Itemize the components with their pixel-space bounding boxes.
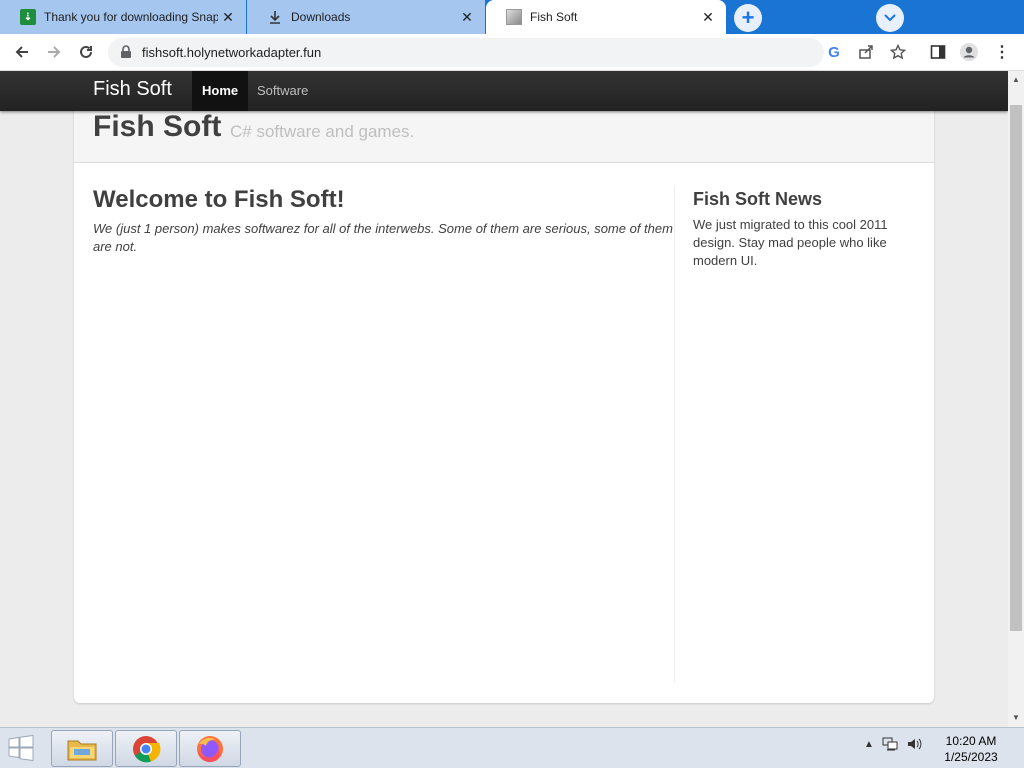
close-tab-icon[interactable]: ✕ xyxy=(457,7,477,27)
page-image-icon xyxy=(506,9,522,25)
close-tab-icon[interactable]: ✕ xyxy=(698,7,718,27)
windows-logo-icon xyxy=(8,734,34,762)
address-bar[interactable]: fishsoft.holynetworkadapter.fun xyxy=(108,38,824,67)
tab-downloads[interactable]: Downloads ✕ xyxy=(247,0,485,34)
new-tab-button[interactable]: + xyxy=(734,4,762,32)
nav-home-link[interactable]: Home xyxy=(192,71,249,111)
scrollbar-thumb[interactable] xyxy=(1010,105,1022,631)
profile-button[interactable] xyxy=(957,40,981,64)
forward-button[interactable] xyxy=(42,40,66,64)
taskbar-chrome[interactable] xyxy=(115,730,177,767)
browser-toolbar: fishsoft.holynetworkadapter.fun G ⋮ xyxy=(0,34,1024,71)
page-viewport: Fish Soft Home Software Fish Soft C# sof… xyxy=(0,71,1008,727)
welcome-text: We (just 1 person) makes softwarez for a… xyxy=(93,221,673,254)
share-button[interactable] xyxy=(854,40,878,64)
scroll-up-icon[interactable]: ▲ xyxy=(1012,75,1020,84)
file-explorer-icon xyxy=(67,740,97,760)
menu-button[interactable]: ⋮ xyxy=(990,40,1014,64)
clock-time: 10:20 AM xyxy=(945,734,997,748)
hero-tagline: C# software and games. xyxy=(230,122,415,141)
avatar-icon xyxy=(960,43,978,61)
system-tray: ▲ xyxy=(864,736,922,752)
google-lens-button[interactable]: G xyxy=(822,40,846,64)
google-icon: G xyxy=(828,43,840,61)
star-icon xyxy=(890,44,906,60)
back-arrow-icon xyxy=(15,46,28,58)
kebab-menu-icon: ⋮ xyxy=(994,44,1010,61)
site-brand[interactable]: Fish Soft xyxy=(93,78,172,101)
news-sidebar: Fish Soft News We just migrated to this … xyxy=(693,189,913,270)
tab-snap-download[interactable]: ⇣ Thank you for downloading Snap ✕ xyxy=(0,0,246,34)
download-arrow-icon xyxy=(267,9,283,25)
news-heading: Fish Soft News xyxy=(693,189,823,209)
network-icon[interactable] xyxy=(882,736,898,752)
content-container: Fish Soft C# software and games. Welcome… xyxy=(74,71,934,703)
url-text[interactable]: fishsoft.holynetworkadapter.fun xyxy=(142,45,321,60)
firefox-icon xyxy=(197,735,223,762)
bookmark-button[interactable] xyxy=(886,40,910,64)
download-sheet-icon: ⇣ xyxy=(20,9,36,25)
tab-title: Fish Soft xyxy=(530,10,578,24)
nav-software-link[interactable]: Software xyxy=(247,71,318,111)
hero-title: Fish Soft xyxy=(93,110,222,143)
system-clock[interactable]: 10:20 AM 1/25/2023 xyxy=(936,733,1006,765)
back-button[interactable] xyxy=(10,40,34,64)
main-column: Welcome to Fish Soft! We (just 1 person)… xyxy=(93,186,675,683)
chrome-icon xyxy=(133,735,161,762)
welcome-heading: Welcome to Fish Soft! xyxy=(93,186,345,213)
show-hidden-icons-icon[interactable]: ▲ xyxy=(864,739,874,750)
tab-title: Downloads xyxy=(291,10,351,24)
clock-date: 1/25/2023 xyxy=(944,750,998,764)
page-scrollbar[interactable]: ▲ ▼ xyxy=(1008,71,1024,727)
tab-fish-soft[interactable]: Fish Soft ✕ xyxy=(486,0,726,34)
close-tab-icon[interactable]: ✕ xyxy=(218,7,238,27)
reload-icon xyxy=(80,45,92,58)
taskbar-file-explorer[interactable] xyxy=(51,730,113,767)
side-panel-button[interactable] xyxy=(926,40,950,64)
site-navbar: Fish Soft Home Software xyxy=(0,71,1008,111)
volume-icon[interactable] xyxy=(906,736,922,752)
start-button[interactable] xyxy=(6,734,40,764)
tab-search-button[interactable] xyxy=(876,4,904,32)
taskbar-firefox[interactable] xyxy=(179,730,241,767)
share-icon xyxy=(859,45,873,59)
forward-arrow-icon xyxy=(48,46,61,58)
lock-icon[interactable] xyxy=(120,45,132,64)
windows-taskbar: ▲ 10:20 AM 1/25/2023 xyxy=(0,727,1024,768)
chevron-down-icon xyxy=(884,14,896,22)
reload-button[interactable] xyxy=(74,40,98,64)
tab-strip: ⇣ Thank you for downloading Snap ✕ Downl… xyxy=(0,0,1024,34)
side-panel-icon xyxy=(930,45,946,59)
tab-title: Thank you for downloading Snap xyxy=(44,10,218,24)
news-text: We just migrated to this cool 2011 desig… xyxy=(693,217,888,268)
scroll-down-icon[interactable]: ▼ xyxy=(1012,713,1020,722)
